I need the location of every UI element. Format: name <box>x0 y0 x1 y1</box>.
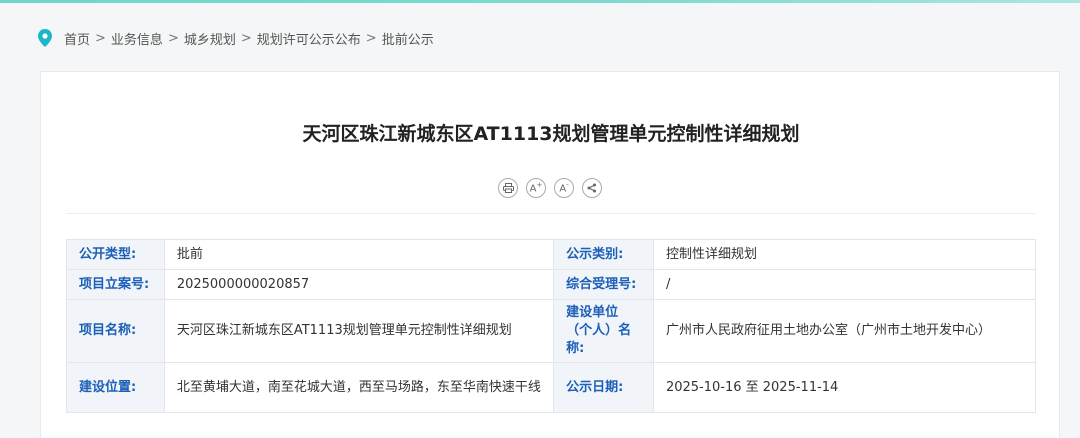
public-type-value: 批前 <box>163 239 555 270</box>
share-button[interactable] <box>582 178 602 198</box>
breadcrumb-separator: > <box>240 30 252 46</box>
breadcrumb-pre-approval-notice[interactable]: 批前公示 <box>382 29 434 48</box>
acceptance-no-value: / <box>652 269 1037 300</box>
table-row: 项目立案号: 2025000000020857 综合受理号: / <box>66 269 1037 300</box>
builder-value: 广州市人民政府征用土地办公室（广州市土地开发中心） <box>652 299 1037 363</box>
print-button[interactable] <box>498 178 518 198</box>
table-row: 公开类型: 批前 公示类别: 控制性详细规划 <box>66 239 1037 270</box>
project-case-no-value: 2025000000020857 <box>163 269 555 300</box>
breadcrumb-separator: > <box>365 30 377 46</box>
notice-date-value: 2025-10-16 至 2025-11-14 <box>652 362 1037 413</box>
breadcrumb: 首页 > 业务信息 > 城乡规划 > 规划许可公示公布 > 批前公示 <box>38 28 434 48</box>
breadcrumb-urban-rural-planning[interactable]: 城乡规划 <box>184 29 236 48</box>
breadcrumb-planning-permit-notice[interactable]: 规划许可公示公布 <box>257 29 361 48</box>
font-decrease-button[interactable]: A- <box>554 178 574 198</box>
location-label: 建设位置: <box>66 362 165 413</box>
breadcrumb-business-info[interactable]: 业务信息 <box>111 29 163 48</box>
public-type-label: 公开类型: <box>66 239 165 270</box>
top-accent-bar <box>0 0 1080 3</box>
breadcrumb-separator: > <box>95 30 106 46</box>
share-icon <box>587 183 596 193</box>
print-icon <box>502 183 514 193</box>
location-pin-icon <box>38 29 52 47</box>
breadcrumb-separator: > <box>167 30 179 46</box>
font-increase-button[interactable]: A+ <box>526 178 546 198</box>
project-info-table: 公开类型: 批前 公示类别: 控制性详细规划 项目立案号: 2025000000… <box>66 239 1037 413</box>
page-title: 天河区珠江新城东区AT1113规划管理单元控制性详细规划 <box>302 123 800 145</box>
project-case-no-label: 项目立案号: <box>66 269 165 300</box>
notice-category-value: 控制性详细规划 <box>652 239 1037 270</box>
content-card: 天河区珠江新城东区AT1113规划管理单元控制性详细规划 A+ A- 公开类型:… <box>40 71 1060 438</box>
title-divider <box>66 213 1036 214</box>
notice-category-label: 公示类别: <box>553 239 654 270</box>
builder-label: 建设单位（个人）名称: <box>553 299 654 363</box>
project-name-value: 天河区珠江新城东区AT1113规划管理单元控制性详细规划 <box>163 299 555 363</box>
article-tools: A+ A- <box>498 178 602 198</box>
breadcrumb-home[interactable]: 首页 <box>64 29 90 48</box>
font-increase-icon: A+ <box>529 181 543 195</box>
acceptance-no-label: 综合受理号: <box>553 269 654 300</box>
project-name-label: 项目名称: <box>66 299 165 363</box>
table-row: 建设位置: 北至黄埔大道，南至花城大道，西至马场路，东至华南快速干线 公示日期:… <box>66 362 1037 413</box>
table-row: 项目名称: 天河区珠江新城东区AT1113规划管理单元控制性详细规划 建设单位（… <box>66 299 1037 363</box>
font-decrease-icon: A- <box>559 181 569 195</box>
location-value: 北至黄埔大道，南至花城大道，西至马场路，东至华南快速干线 <box>163 362 555 413</box>
notice-date-label: 公示日期: <box>553 362 654 413</box>
